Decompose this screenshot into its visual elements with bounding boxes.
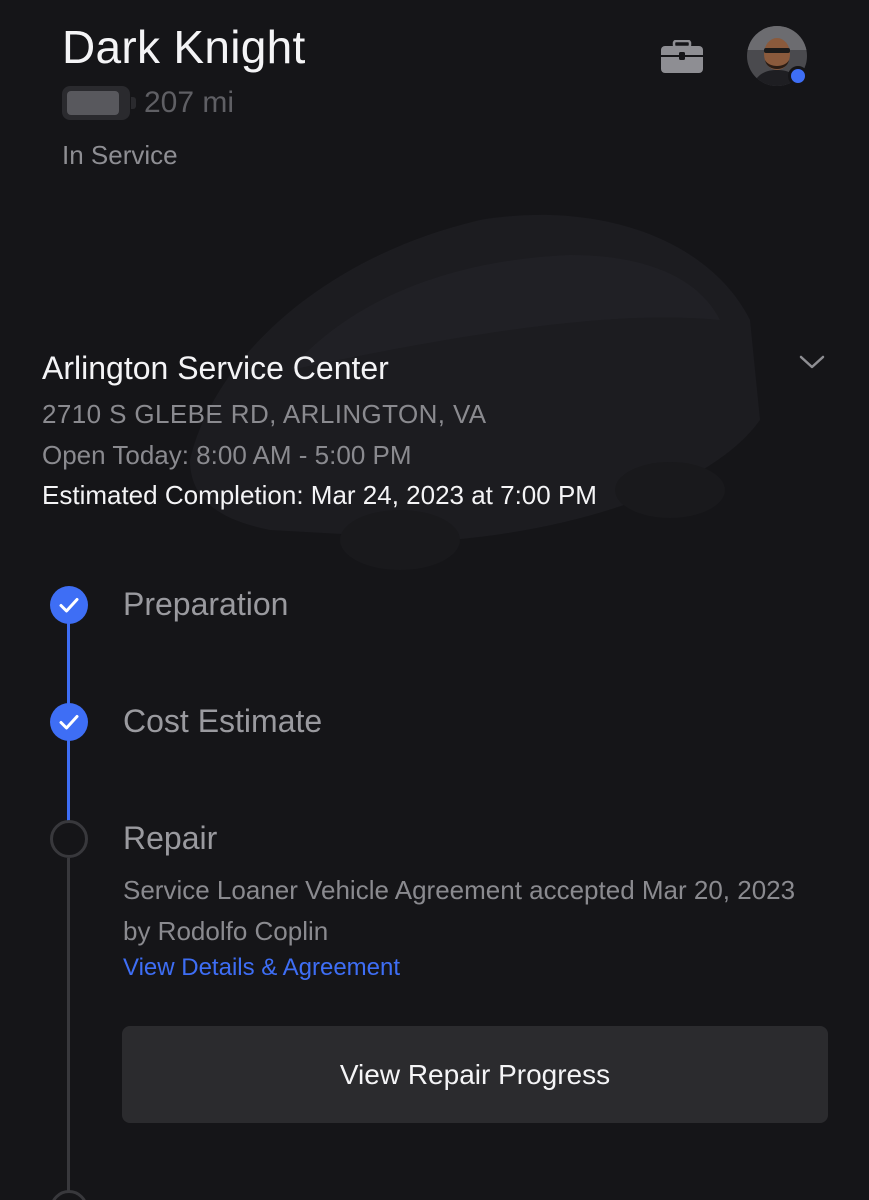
repair-note: Service Loaner Vehicle Agreement accepte…: [123, 875, 796, 946]
estimated-completion: Estimated Completion: Mar 24, 2023 at 7:…: [42, 480, 597, 510]
battery-icon: [62, 86, 136, 120]
step-repair: Repair: [123, 820, 218, 856]
battery-status: 207 mi: [62, 86, 234, 120]
step-preparation: Preparation: [123, 586, 289, 622]
toolbox-icon[interactable]: [660, 40, 704, 74]
step-complete-icon: [50, 703, 88, 741]
checkmark-icon: [59, 598, 79, 613]
service-center-hours: Open Today: 8:00 AM - 5:00 PM: [42, 440, 412, 470]
service-screen: Dark Knight 207 mi In Service Arlington …: [0, 0, 869, 1200]
timeline-connector: [67, 858, 70, 1200]
vehicle-name: Dark Knight: [62, 21, 306, 73]
range-value: 207 mi: [144, 86, 235, 119]
step-pending-icon: [50, 1190, 88, 1200]
notification-dot: [788, 66, 808, 86]
step-pending-icon: [50, 820, 88, 858]
timeline-connector: [67, 740, 70, 822]
timeline-connector: [67, 622, 70, 707]
chevron-down-icon[interactable]: [798, 352, 826, 372]
step-complete-icon: [50, 586, 88, 624]
service-center-address: 2710 S GLEBE RD, ARLINGTON, VA: [42, 399, 487, 429]
step-cost-estimate: Cost Estimate: [123, 703, 323, 739]
service-center-name: Arlington Service Center: [42, 350, 389, 386]
view-details-link[interactable]: View Details & Agreement: [123, 954, 400, 982]
vehicle-status: In Service: [62, 140, 178, 170]
checkmark-icon: [59, 715, 79, 730]
view-repair-progress-button[interactable]: View Repair Progress: [122, 1026, 828, 1123]
